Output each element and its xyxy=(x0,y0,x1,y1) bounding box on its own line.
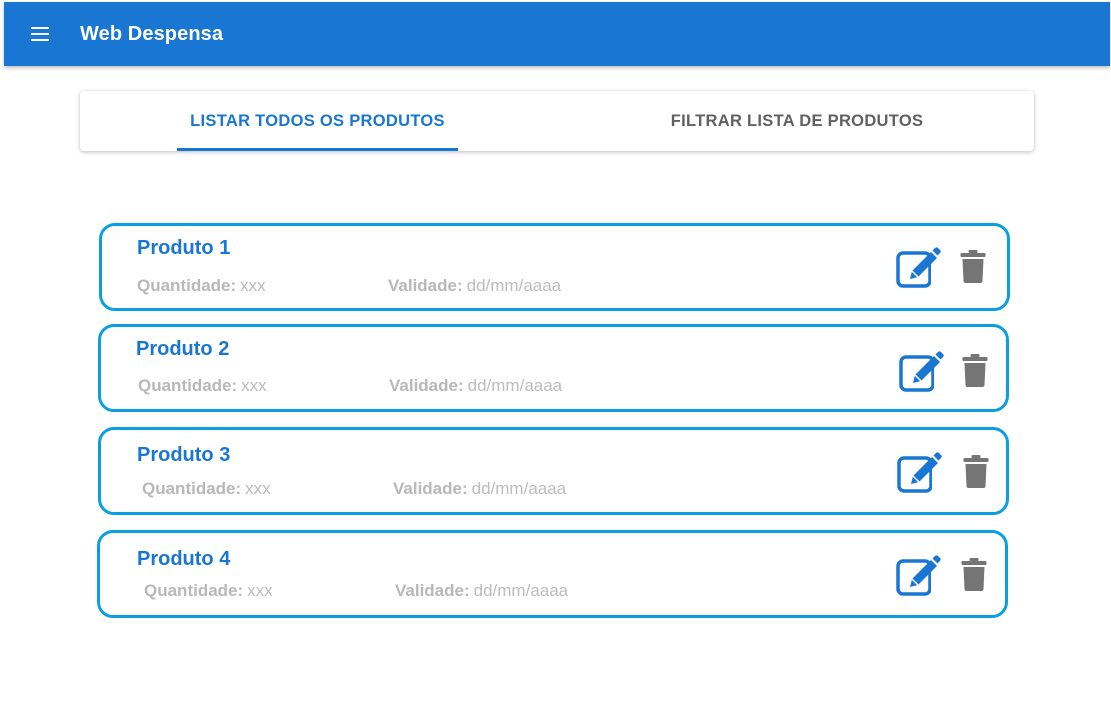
product-name: Produto 4 xyxy=(137,548,231,570)
edit-button[interactable] xyxy=(896,450,944,496)
validity-field: Validade: dd/mm/aaaa xyxy=(395,580,568,602)
menu-button[interactable] xyxy=(28,24,52,44)
product-card[interactable]: Produto 3 Quantidade: xxx Validade: dd/mm/… xyxy=(98,427,1009,515)
validity-field: Validade: dd/mm/aaaa xyxy=(393,478,566,500)
validity-value: dd/mm/aaaa xyxy=(473,581,569,600)
validity-label: Validade: xyxy=(388,276,463,295)
validity-field: Validade: dd/mm/aaaa xyxy=(389,375,562,397)
edit-button[interactable] xyxy=(898,349,946,395)
trash-icon xyxy=(963,455,989,488)
edit-button[interactable] xyxy=(895,245,943,291)
tab-list-all-products[interactable]: LISTAR TODOS OS PRODUTOS xyxy=(177,91,458,151)
delete-button[interactable] xyxy=(961,558,987,592)
quantity-label: Quantidade: xyxy=(144,581,244,600)
app-title: Web Despensa xyxy=(80,23,224,45)
tab-filter-products[interactable]: FILTRAR LISTA DE PRODUTOS xyxy=(637,91,957,151)
menu-icon xyxy=(31,27,49,41)
validity-value: dd/mm/aaaa xyxy=(471,479,567,498)
validity-field: Validade: dd/mm/aaaa xyxy=(388,275,561,297)
product-card[interactable]: Produto 1 Quantidade: xxx Validade: dd/mm/… xyxy=(99,223,1010,311)
trash-icon xyxy=(961,558,987,591)
edit-icon xyxy=(899,349,946,392)
trash-icon xyxy=(960,250,986,283)
product-name: Produto 2 xyxy=(136,338,230,360)
delete-button[interactable] xyxy=(960,250,986,284)
quantity-field: Quantidade: xxx xyxy=(137,275,266,297)
quantity-field: Quantidade: xxx xyxy=(142,478,271,500)
product-name: Produto 1 xyxy=(137,237,231,259)
quantity-value: xxx xyxy=(247,581,273,600)
quantity-value: xxx xyxy=(241,376,267,395)
quantity-field: Quantidade: xxx xyxy=(138,375,267,397)
validity-label: Validade: xyxy=(389,376,464,395)
validity-value: dd/mm/aaaa xyxy=(467,376,563,395)
page: Web Despensa LISTAR TODOS OS PRODUTOS FI… xyxy=(0,0,1111,723)
trash-icon xyxy=(962,354,988,387)
quantity-value: xxx xyxy=(240,276,266,295)
validity-label: Validade: xyxy=(393,479,468,498)
quantity-label: Quantidade: xyxy=(138,376,238,395)
delete-button[interactable] xyxy=(962,354,988,388)
validity-value: dd/mm/aaaa xyxy=(466,276,562,295)
tab-bar: LISTAR TODOS OS PRODUTOS FILTRAR LISTA D… xyxy=(80,91,1034,151)
app-bar: Web Despensa xyxy=(4,2,1110,66)
edit-icon xyxy=(897,450,944,493)
quantity-label: Quantidade: xyxy=(137,276,237,295)
product-card[interactable]: Produto 4 Quantidade: xxx Validade: dd/mm/… xyxy=(97,530,1008,618)
edit-icon xyxy=(896,245,943,288)
product-name: Produto 3 xyxy=(137,444,231,466)
quantity-value: xxx xyxy=(245,479,271,498)
delete-button[interactable] xyxy=(963,455,989,489)
product-card[interactable]: Produto 2 Quantidade: xxx Validade: dd/mm/… xyxy=(98,324,1009,412)
edit-icon xyxy=(896,553,943,596)
tab-active-indicator xyxy=(177,148,458,151)
quantity-label: Quantidade: xyxy=(142,479,242,498)
edit-button[interactable] xyxy=(895,553,943,599)
quantity-field: Quantidade: xxx xyxy=(144,580,273,602)
validity-label: Validade: xyxy=(395,581,470,600)
